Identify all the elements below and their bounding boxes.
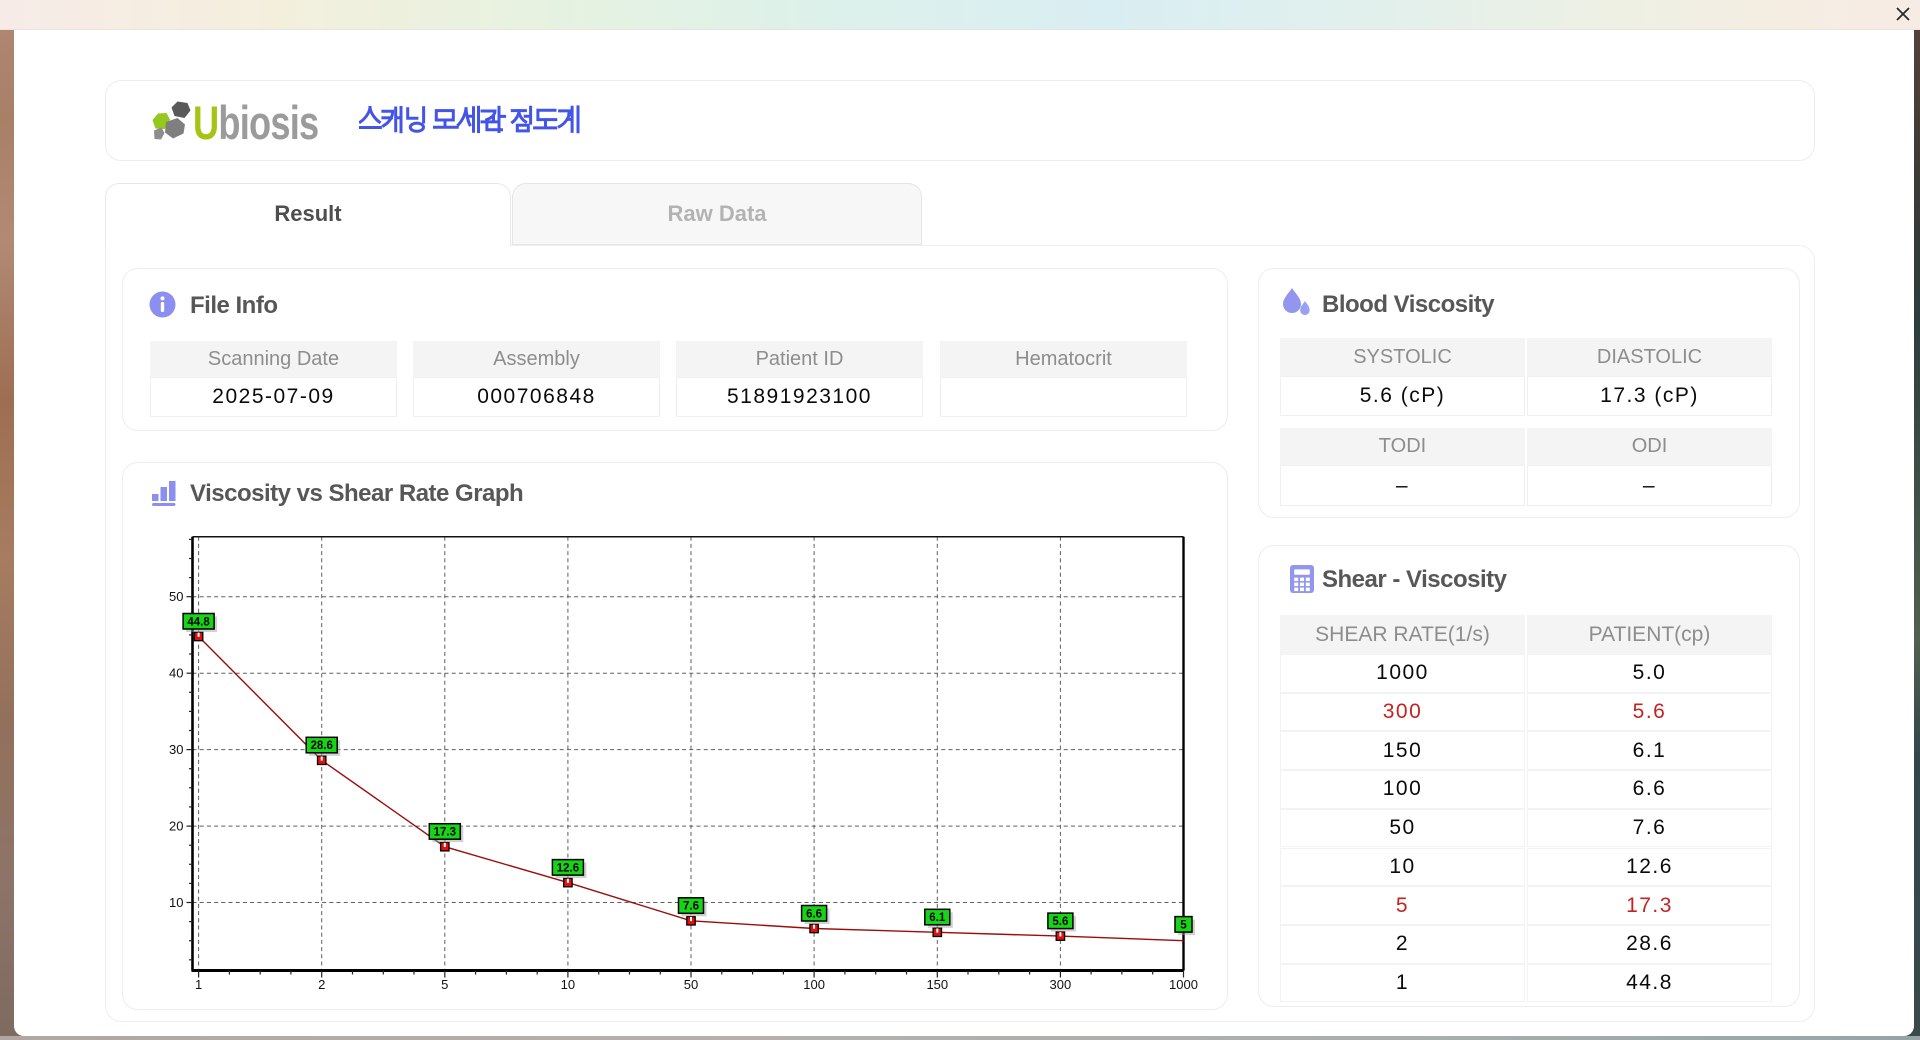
svg-text:1000: 1000 (1169, 977, 1198, 992)
svg-text:50: 50 (684, 977, 698, 992)
svg-text:100: 100 (803, 977, 825, 992)
svg-text:10: 10 (169, 895, 183, 910)
svg-text:17.3: 17.3 (434, 827, 456, 839)
svg-text:20: 20 (169, 819, 183, 834)
svg-text:5: 5 (1180, 919, 1187, 931)
svg-text:28.6: 28.6 (311, 740, 333, 752)
svg-text:40: 40 (169, 666, 183, 681)
svg-text:6.1: 6.1 (929, 912, 946, 924)
svg-text:12.6: 12.6 (557, 862, 579, 874)
svg-text:10: 10 (561, 977, 575, 992)
svg-text:44.8: 44.8 (187, 616, 210, 628)
svg-text:5.6: 5.6 (1052, 916, 1068, 928)
svg-text:300: 300 (1050, 977, 1072, 992)
svg-text:6.6: 6.6 (806, 908, 822, 920)
svg-text:1: 1 (195, 977, 202, 992)
svg-text:7.6: 7.6 (683, 901, 699, 913)
svg-text:50: 50 (169, 589, 183, 604)
svg-text:2: 2 (318, 977, 325, 992)
svg-text:5: 5 (441, 977, 448, 992)
svg-text:30: 30 (169, 742, 183, 757)
svg-text:150: 150 (926, 977, 948, 992)
